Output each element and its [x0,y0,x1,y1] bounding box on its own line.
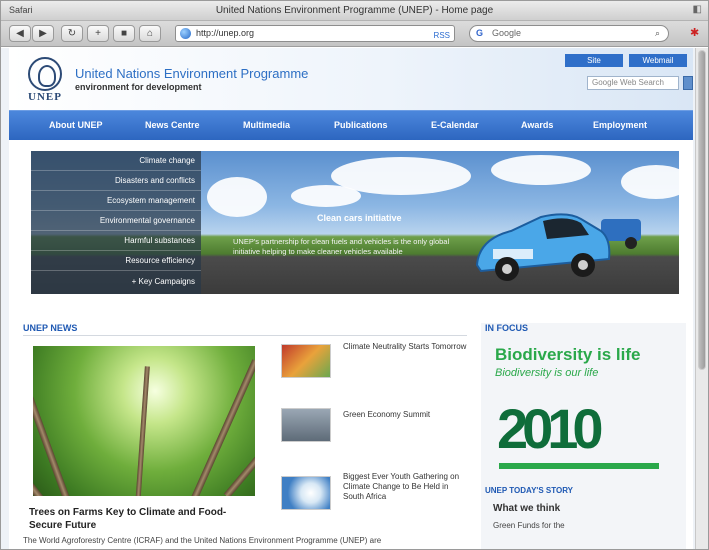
globe-icon [180,28,191,39]
nav-e-calendar[interactable]: E-Calendar [431,120,479,130]
nav-awards[interactable]: Awards [521,120,553,130]
topic-resource-efficiency[interactable]: Resource efficiency [125,256,195,265]
car-decal [493,249,533,259]
news-divider [23,335,467,336]
topic-disasters[interactable]: Disasters and conflicts [115,176,195,185]
cloud-shape [491,155,591,185]
window-title: United Nations Environment Programme (UN… [215,5,494,16]
story-snippet[interactable]: Green Funds for the [493,521,565,530]
search-icon[interactable]: ⌕ [655,26,660,41]
topic-menu: Climate change Disasters and conflicts E… [31,151,201,294]
topic-key-campaigns[interactable]: + Key Campaigns [132,277,195,286]
reload-button[interactable]: ↻ [61,25,83,42]
organization-name: United Nations Environment Programme [75,66,309,81]
news-heading[interactable]: UNEP NEWS [23,323,77,333]
story-link[interactable]: Biggest Ever Youth Gathering on Climate … [343,472,471,502]
biodiversity-title[interactable]: Biodiversity is life [495,345,641,365]
topic-governance[interactable]: Environmental governance [100,216,195,225]
site-search-input[interactable]: Google Web Search [587,76,679,90]
story-link[interactable]: Green Economy Summit [343,410,471,420]
browser-search-field[interactable]: G Google ⌕ [469,25,669,42]
topic-ecosystems[interactable]: Ecosystem management [107,196,195,205]
year-2010-underline [499,463,659,469]
bug-report-icon[interactable]: ✱ [690,26,702,40]
unep-logo[interactable]: UNEP [23,57,67,105]
webmail-button[interactable]: Webmail [629,54,687,67]
cloud-shape [621,165,679,199]
trailer-wheel [625,237,637,249]
scrollbar-thumb[interactable] [698,50,706,370]
stop-button[interactable]: ■ [113,25,135,42]
cloud-shape [207,177,267,217]
tree-trunk [133,366,150,496]
story-link[interactable]: Climate Neutrality Starts Tomorrow [343,342,471,352]
add-bookmark-button[interactable]: + [87,25,109,42]
forward-button[interactable]: ▶ [32,25,54,42]
rss-icon[interactable]: RSS [434,28,450,43]
nav-publications[interactable]: Publications [334,120,388,130]
un-emblem-icon [28,57,62,91]
news-body: The World Agroforestry Centre (ICRAF) an… [23,536,382,545]
car-hub-rear [578,260,588,270]
site-header: UNEP United Nations Environment Programm… [9,48,693,110]
title-bar: Safari United Nations Environment Progra… [1,1,708,21]
news-headline[interactable]: Trees on Farms Key to Climate and Food-S… [29,506,259,532]
topic-harmful-substances[interactable]: Harmful substances [124,236,195,245]
browser-toolbar: ◀ ▶ ↻ + ■ ⌂ http://unep.org RSS G Google… [1,21,708,47]
biodiversity-subtitle: Biodiversity is our life [495,367,599,379]
feature-banner[interactable]: Climate change Disasters and conflicts E… [31,151,679,294]
logo-text: UNEP [28,91,62,103]
what-we-think-heading[interactable]: What we think [493,503,560,514]
right-sidebar: IN FOCUS Biodiversity is life Biodiversi… [481,323,686,549]
site-search-go-button[interactable] [683,76,693,90]
year-2010-logo[interactable]: 2010 [497,399,604,459]
car-hub-front [502,264,512,274]
vertical-scrollbar[interactable] [695,48,708,549]
nav-news-centre[interactable]: News Centre [145,120,200,130]
story-thumbnail[interactable] [281,476,331,510]
browser-search-placeholder: Google [492,28,522,38]
story-thumbnail[interactable] [281,344,331,378]
banner-title: Clean cars initiative [317,213,402,223]
unep-homepage: UNEP United Nations Environment Programm… [9,48,693,549]
address-text: http://unep.org [196,28,255,38]
story-thumbnail[interactable] [281,408,331,442]
todays-story-heading: UNEP TODAY'S STORY [485,486,574,495]
home-button[interactable]: ⌂ [139,25,161,42]
banner-description: UNEP's partnership for clean fuels and v… [233,237,450,256]
nav-multimedia[interactable]: Multimedia [243,120,290,130]
topic-climate-change[interactable]: Climate change [139,156,195,165]
tagline: environment for development [75,82,202,92]
tree-trunk [33,365,80,496]
browser-window: Safari United Nations Environment Progra… [0,0,709,550]
site-button[interactable]: Site [565,54,623,67]
in-focus-heading: IN FOCUS [485,323,529,333]
resize-icon[interactable]: ◧ [693,4,702,15]
back-button[interactable]: ◀ [9,25,31,42]
cloud-shape [291,185,361,207]
forest-canopy-photo[interactable] [33,346,255,496]
google-icon: G [476,28,484,38]
electric-car-image [475,213,641,281]
main-nav: About UNEP News Centre Multimedia Public… [9,110,693,140]
address-bar[interactable]: http://unep.org RSS [175,25,455,42]
nav-employment[interactable]: Employment [593,120,647,130]
page-viewport: UNEP United Nations Environment Programm… [1,48,697,549]
nav-about[interactable]: About UNEP [49,120,103,130]
